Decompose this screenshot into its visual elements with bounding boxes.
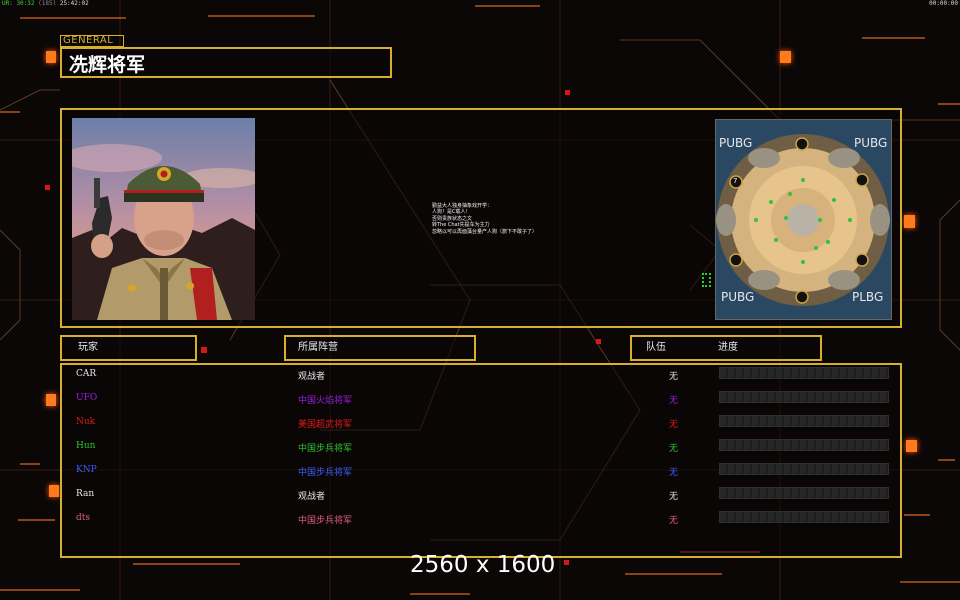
player-row[interactable]: KNP 中国步兵将军 无 — [60, 460, 900, 484]
glow-square — [49, 485, 59, 497]
player-name: UFO — [76, 393, 98, 403]
glow-square — [906, 440, 917, 452]
red-marker — [596, 339, 601, 344]
player-team: 无 — [669, 420, 679, 430]
column-header-team-progress: 队伍 进度 — [630, 335, 822, 361]
player-name: Nuk — [76, 417, 96, 427]
load-progress-bar — [719, 487, 889, 499]
briefing-text: 勤益大人独身抽象戏开学： 人狗！是C载人！ 否则贵族状态之文 转The Chat… — [432, 203, 562, 235]
player-faction: 中国步兵将军 — [298, 516, 353, 526]
start-position-marker[interactable]: 7 — [733, 177, 737, 185]
player-faction: 中国步兵将军 — [298, 444, 353, 454]
status-left: UR: 30:32 (185) 25:42:02 — [2, 0, 89, 7]
glow-square — [46, 51, 56, 63]
player-faction: 中国火焰将军 — [298, 396, 353, 406]
player-row[interactable]: dts 中国步兵将军 无 — [60, 508, 900, 532]
resolution-label: 2560 x 1600 — [410, 552, 556, 578]
player-team: 无 — [669, 516, 679, 526]
status-count: (185) — [38, 0, 57, 7]
player-name: Hun — [76, 441, 96, 451]
player-column-label: 玩家 — [78, 342, 98, 353]
load-progress-bar — [719, 367, 889, 379]
player-name: Ran — [76, 489, 95, 499]
glow-square — [780, 51, 791, 63]
progress-column-label: 进度 — [718, 342, 738, 353]
player-team: 无 — [669, 444, 679, 454]
player-faction: 观战者 — [298, 492, 326, 502]
status-time-b: 25:42:02 — [59, 0, 89, 7]
player-faction: 美国超武将军 — [298, 420, 353, 430]
team-column-label: 队伍 — [646, 342, 666, 353]
minimap[interactable]: PUBG PUBG PUBG PLBG 7 — [715, 119, 892, 320]
player-faction: 中国步兵将军 — [298, 468, 353, 478]
load-progress-bar — [719, 511, 889, 523]
status-right: 00:00:00 — [929, 0, 958, 7]
glow-square — [46, 394, 56, 406]
red-marker — [45, 185, 50, 190]
player-row[interactable]: Nuk 美国超武将军 无 — [60, 412, 900, 436]
glow-square — [904, 215, 915, 228]
selection-marker — [702, 273, 711, 287]
player-name: KNP — [76, 465, 97, 475]
player-team: 无 — [669, 468, 679, 478]
title-box: 冼辉将军 — [60, 47, 392, 78]
general-portrait — [72, 118, 255, 320]
red-marker — [201, 347, 207, 353]
load-progress-bar — [719, 439, 889, 451]
general-tag: GENERAL — [60, 35, 124, 47]
column-header-faction: 所属阵营 — [284, 335, 476, 361]
player-row[interactable]: UFO 中国火焰将军 无 — [60, 388, 900, 412]
player-team: 无 — [669, 396, 679, 406]
column-header-player: 玩家 — [60, 335, 197, 361]
minimap-label: PUBG — [719, 136, 753, 150]
minimap-label: PUBG — [854, 136, 888, 150]
minimap-label: PLBG — [852, 290, 884, 304]
player-name: CAR — [76, 369, 97, 379]
minimap-label: PUBG — [721, 290, 755, 304]
player-team: 无 — [669, 372, 679, 382]
general-title: 冼辉将军 — [69, 54, 146, 76]
load-progress-bar — [719, 415, 889, 427]
player-faction: 观战者 — [298, 372, 326, 382]
player-row[interactable]: Hun 中国步兵将军 无 — [60, 436, 900, 460]
faction-column-label: 所属阵营 — [298, 342, 338, 353]
load-progress-bar — [719, 391, 889, 403]
red-marker — [564, 560, 569, 565]
player-name: dts — [76, 513, 90, 523]
red-marker — [565, 90, 570, 95]
player-team: 无 — [669, 492, 679, 502]
player-row[interactable]: CAR 观战者 无 — [60, 364, 900, 388]
load-progress-bar — [719, 463, 889, 475]
briefing-line: 忽略以可以再面藻台量产人狗（旅下不敢子了） — [432, 228, 538, 235]
status-time-a: UR: 30:32 — [2, 0, 35, 7]
player-row[interactable]: Ran 观战者 无 — [60, 484, 900, 508]
